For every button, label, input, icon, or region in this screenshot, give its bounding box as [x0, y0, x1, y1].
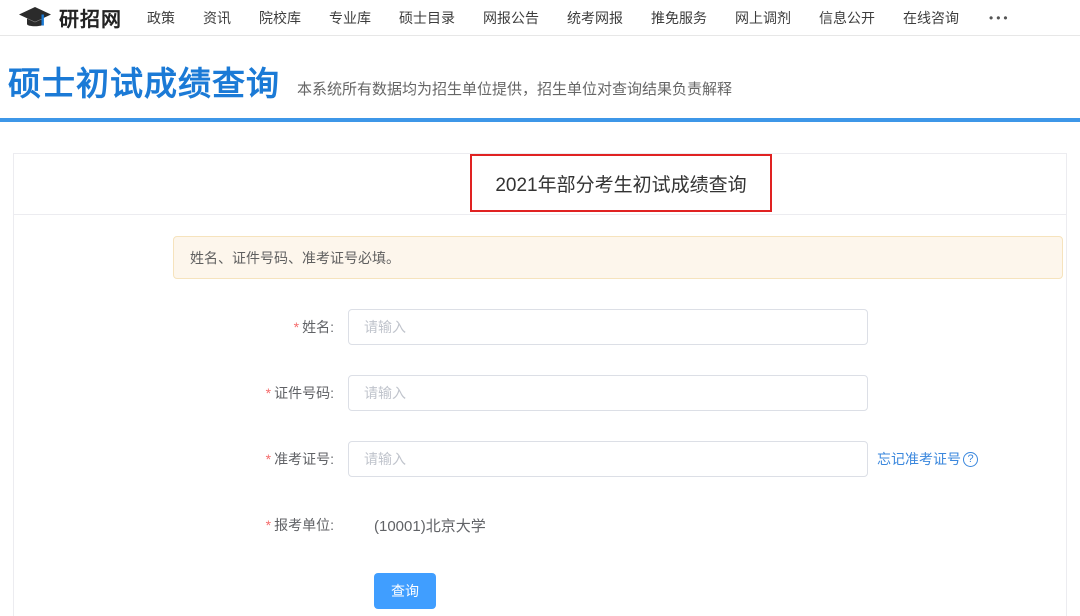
- nav-item-info-disclosure[interactable]: 信息公开: [819, 8, 875, 28]
- nav-item-college-database[interactable]: 院校库: [259, 8, 301, 28]
- name-label: *姓名:: [14, 317, 348, 337]
- nav-item-policy[interactable]: 政策: [147, 8, 175, 28]
- query-card: 2021年部分考生初试成绩查询 姓名、证件号码、准考证号必填。 *姓名: *证件…: [13, 153, 1067, 616]
- red-annotation-box: 2021年部分考生初试成绩查询: [470, 154, 772, 212]
- page-title: 硕士初试成绩查询: [8, 57, 280, 105]
- form-row-admission-ticket: *准考证号: 忘记准考证号 ?: [14, 441, 1066, 477]
- page-header: 硕士初试成绩查询 本系统所有数据均为招生单位提供，招生单位对查询结果负责解释: [0, 37, 1080, 118]
- form-row-id-number: *证件号码:: [14, 375, 1066, 411]
- card-header: 2021年部分考生初试成绩查询: [14, 154, 1066, 215]
- top-nav: 研招网 政策 资讯 院校库 专业库 硕士目录 网报公告 统考网报 推免服务 网上…: [0, 0, 1080, 36]
- admission-ticket-label: *准考证号:: [14, 449, 348, 469]
- admission-ticket-input[interactable]: [348, 441, 868, 477]
- institution-label: *报考单位:: [14, 515, 348, 535]
- score-query-form: *姓名: *证件号码: *准考证号: 忘记准考证号 ? *报考单位: (1: [14, 309, 1066, 609]
- nav-item-exemption-service[interactable]: 推免服务: [651, 8, 707, 28]
- id-number-input[interactable]: [348, 375, 868, 411]
- site-logo[interactable]: 研招网: [18, 3, 122, 32]
- blue-divider: [0, 118, 1080, 122]
- required-asterisk: *: [294, 319, 299, 335]
- nav-item-unified-exam[interactable]: 统考网报: [567, 8, 623, 28]
- nav-item-news[interactable]: 资讯: [203, 8, 231, 28]
- nav-item-major-database[interactable]: 专业库: [329, 8, 371, 28]
- nav-item-online-adjustment[interactable]: 网上调剂: [735, 8, 791, 28]
- notice-text: 姓名、证件号码、准考证号必填。: [190, 248, 400, 268]
- notice-banner: 姓名、证件号码、准考证号必填。: [173, 236, 1063, 279]
- required-asterisk: *: [266, 385, 271, 401]
- graduation-cap-icon: [18, 5, 52, 31]
- nav-item-online-consult[interactable]: 在线咨询: [903, 8, 959, 28]
- logo-text: 研招网: [59, 3, 122, 32]
- nav-menu: 政策 资讯 院校库 专业库 硕士目录 网报公告 统考网报 推免服务 网上调剂 信…: [147, 8, 1011, 28]
- nav-item-report-notice[interactable]: 网报公告: [483, 8, 539, 28]
- query-button[interactable]: 查询: [374, 573, 436, 609]
- forgot-ticket-link[interactable]: 忘记准考证号 ?: [877, 449, 978, 469]
- required-asterisk: *: [266, 451, 271, 467]
- page-subtitle: 本系统所有数据均为招生单位提供，招生单位对查询结果负责解释: [297, 78, 732, 99]
- name-input[interactable]: [348, 309, 868, 345]
- card-title: 2021年部分考生初试成绩查询: [495, 170, 746, 197]
- id-number-label: *证件号码:: [14, 383, 348, 403]
- form-row-institution: *报考单位: (10001)北京大学: [14, 507, 1066, 543]
- form-row-name: *姓名:: [14, 309, 1066, 345]
- required-asterisk: *: [266, 517, 271, 533]
- nav-item-masters-catalog[interactable]: 硕士目录: [399, 8, 455, 28]
- institution-value: (10001)北京大学: [374, 515, 486, 536]
- nav-more-ellipsis[interactable]: •••: [989, 11, 1011, 25]
- form-row-submit: 查询: [374, 573, 1066, 609]
- question-circle-icon: ?: [963, 452, 978, 467]
